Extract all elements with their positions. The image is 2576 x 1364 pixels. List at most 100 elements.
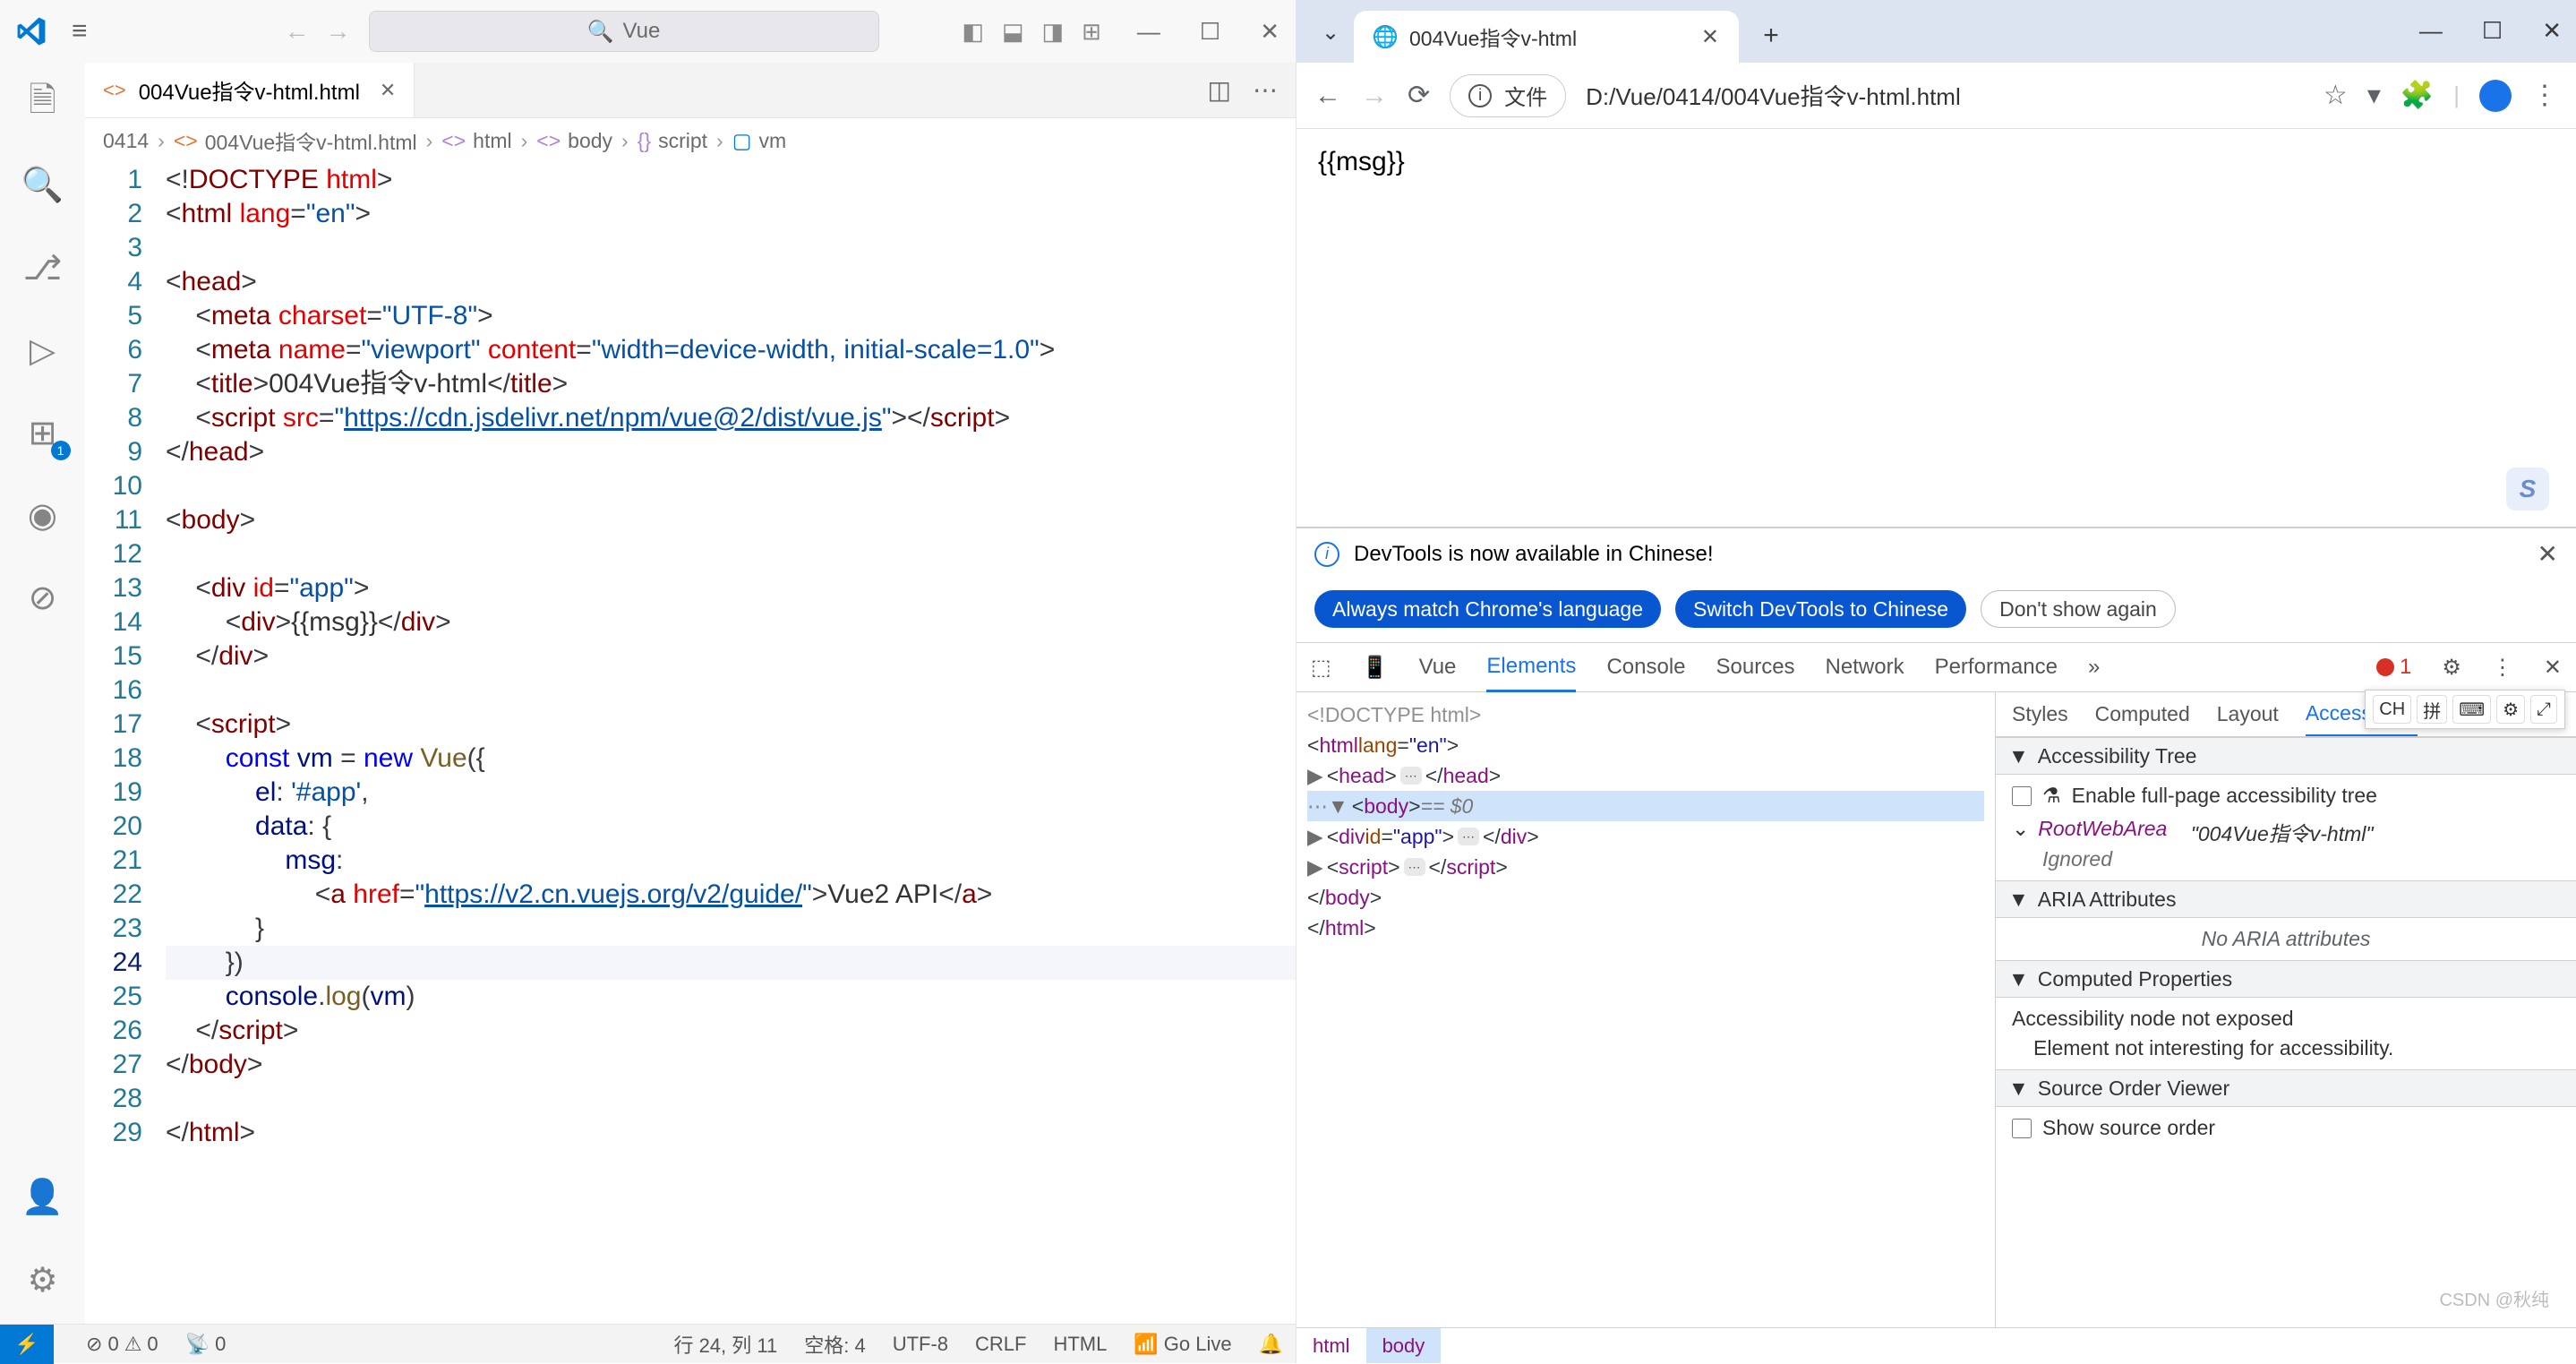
devtools-menu-icon[interactable]: ⋮ <box>2492 655 2513 681</box>
forward-icon[interactable]: → <box>1361 81 1388 111</box>
breadcrumb-seg[interactable]: ▢vm <box>732 129 786 153</box>
device-icon[interactable]: 📱 <box>1362 655 1389 681</box>
dom-node[interactable]: </html> <box>1307 913 1984 943</box>
side-tab-computed[interactable]: Computed <box>2095 702 2190 726</box>
close-icon[interactable]: ✕ <box>2542 17 2562 45</box>
dom-node[interactable]: ▶<div id="app">⋯</div> <box>1307 821 1984 852</box>
dom-tree[interactable]: <!DOCTYPE html> <html lang="en"> ▶<head>… <box>1297 692 1995 1327</box>
side-tab-layout[interactable]: Layout <box>2217 702 2279 726</box>
remote-icon[interactable]: ⊘ <box>19 573 67 622</box>
dom-crumb[interactable]: body <box>1366 1328 1442 1363</box>
enable-full-tree-checkbox[interactable]: ⚗Enable full-page accessibility tree <box>2012 784 2560 808</box>
code-editor[interactable]: 1234567891011121314151617181920212223242… <box>85 163 1296 1324</box>
remote-status-icon[interactable]: ⚡ <box>0 1325 54 1364</box>
panel-right-icon[interactable]: ◨ <box>1042 18 1065 46</box>
close-tab-icon[interactable]: ✕ <box>380 79 396 102</box>
url-bar[interactable]: i 文件 <box>1450 74 1566 117</box>
browser-tab[interactable]: 🌐 004Vue指令v-html ✕ <box>1354 11 1739 63</box>
account-icon[interactable]: 👤 <box>19 1173 67 1222</box>
extension-badge-icon[interactable]: S <box>2506 468 2549 510</box>
side-tab-styles[interactable]: Styles <box>2012 702 2068 726</box>
dom-node[interactable]: ▶<head>⋯</head> <box>1307 760 1984 791</box>
cursor-position[interactable]: 行 24, 列 11 <box>673 1330 777 1359</box>
back-icon[interactable]: ← <box>1314 81 1341 111</box>
ime-btn[interactable]: ⤢ <box>2530 695 2557 724</box>
dom-node[interactable]: </body> <box>1307 882 1984 913</box>
minimize-icon[interactable]: ― <box>2419 17 2443 45</box>
profile-avatar-icon[interactable] <box>2479 80 2512 112</box>
devtools-settings-icon[interactable]: ⚙ <box>2442 655 2461 681</box>
match-language-button[interactable]: Always match Chrome's language <box>1314 590 1661 628</box>
ime-toolbar[interactable]: CH拼⌨⚙⤢ <box>2365 690 2565 729</box>
settings-gear-icon[interactable]: ⚙ <box>19 1256 67 1304</box>
breadcrumb-seg[interactable]: <>004Vue指令v-html.html <box>174 125 417 156</box>
dom-node[interactable]: ▶<script>⋯</script> <box>1307 852 1984 882</box>
dom-node[interactable]: <!DOCTYPE html> <box>1307 699 1984 730</box>
inspect-icon[interactable]: ⬚ <box>1311 655 1331 681</box>
dom-breadcrumb[interactable]: htmlbody <box>1297 1327 2576 1363</box>
command-search[interactable]: 🔍 Vue <box>369 11 879 52</box>
new-tab-icon[interactable]: + <box>1751 16 1791 56</box>
forward-icon[interactable]: → <box>326 17 351 46</box>
menu-icon[interactable]: ≡ <box>72 16 88 47</box>
ime-btn[interactable]: 拼 <box>2417 695 2447 724</box>
back-icon[interactable]: ← <box>285 17 310 46</box>
menu-kebab-icon[interactable]: ⋮ <box>2531 80 2558 111</box>
ime-btn[interactable]: ⚙ <box>2496 695 2525 724</box>
dom-crumb[interactable]: html <box>1297 1328 1366 1363</box>
show-source-order-checkbox[interactable]: Show source order <box>2012 1116 2560 1140</box>
url-path[interactable]: D:/Vue/0414/004Vue指令v-html.html <box>1586 79 1961 112</box>
dont-show-button[interactable]: Don't show again <box>1981 590 2176 628</box>
site-info-icon[interactable]: i <box>1468 84 1492 107</box>
breadcrumb-seg[interactable]: <>body <box>536 129 612 153</box>
breadcrumb[interactable]: 0414›<>004Vue指令v-html.html›<>html›<>body… <box>85 118 1296 163</box>
search-icon[interactable]: 🔍 <box>19 161 67 210</box>
explorer-icon[interactable]: 🗎 <box>19 79 67 127</box>
more-tabs-icon[interactable]: » <box>2088 655 2100 680</box>
debug-icon[interactable]: ▷ <box>19 326 67 374</box>
source-control-icon[interactable]: ⎇ <box>19 244 67 292</box>
close-icon[interactable]: ✕ <box>1260 18 1279 46</box>
devtools-tab-sources[interactable]: Sources <box>1716 655 1795 680</box>
devtools-tab-console[interactable]: Console <box>1606 655 1685 680</box>
tabs-dropdown-icon[interactable]: ⌄ <box>1311 13 1350 52</box>
switch-chinese-button[interactable]: Switch DevTools to Chinese <box>1675 590 1966 628</box>
close-infobar-icon[interactable]: ✕ <box>2537 539 2558 569</box>
extensions-icon[interactable]: 🧩 <box>2401 80 2434 111</box>
reload-icon[interactable]: ⟳ <box>1408 80 1430 111</box>
eol[interactable]: CRLF <box>975 1333 1026 1356</box>
panel-left-icon[interactable]: ◧ <box>962 18 984 46</box>
ime-btn[interactable]: ⌨ <box>2452 695 2491 724</box>
devtools-tab-performance[interactable]: Performance <box>1935 655 2058 680</box>
breadcrumb-seg[interactable]: 0414 <box>103 129 149 153</box>
maximize-icon[interactable]: ☐ <box>2482 17 2503 45</box>
language[interactable]: HTML <box>1053 1333 1107 1356</box>
ports[interactable]: 📡 0 <box>185 1333 227 1356</box>
extensions-icon[interactable]: ⊞1 <box>19 408 67 457</box>
devtools-close-icon[interactable]: ✕ <box>2544 655 2562 681</box>
indent[interactable]: 空格: 4 <box>804 1330 865 1359</box>
brave-icon[interactable]: ▾ <box>2367 80 2381 111</box>
minimize-icon[interactable]: ― <box>1137 18 1160 46</box>
error-indicator[interactable]: 1 <box>2376 655 2411 680</box>
dom-node[interactable]: ⋯ ▼<body> == $0 <box>1307 791 1984 821</box>
ime-btn[interactable]: CH <box>2373 695 2411 724</box>
close-tab-icon[interactable]: ✕ <box>1701 24 1719 50</box>
go-live[interactable]: 📶 Go Live <box>1134 1333 1231 1356</box>
devtools-tab-vue[interactable]: Vue <box>1419 655 1457 680</box>
panel-bottom-icon[interactable]: ⬓ <box>1002 18 1024 46</box>
breadcrumb-seg[interactable]: <>html <box>441 129 511 153</box>
breadcrumb-seg[interactable]: {}script <box>638 129 707 153</box>
notifications-icon[interactable]: 🔔 <box>1259 1333 1283 1356</box>
more-icon[interactable]: ⋯ <box>1253 75 1278 105</box>
dom-node[interactable]: <html lang="en"> <box>1307 730 1984 760</box>
devtools-tab-network[interactable]: Network <box>1826 655 1904 680</box>
maximize-icon[interactable]: ☐ <box>1200 18 1220 46</box>
bookmark-star-icon[interactable]: ☆ <box>2324 80 2348 111</box>
editor-tab[interactable]: <> 004Vue指令v-html.html ✕ <box>85 63 415 117</box>
layout-icon[interactable]: ⊞ <box>1082 18 1101 46</box>
error-count[interactable]: ⊘ 0 ⚠ 0 <box>86 1333 158 1356</box>
split-editor-icon[interactable]: ◫ <box>1208 75 1231 105</box>
edge-icon[interactable]: ◉ <box>19 491 67 539</box>
encoding[interactable]: UTF-8 <box>893 1333 948 1356</box>
